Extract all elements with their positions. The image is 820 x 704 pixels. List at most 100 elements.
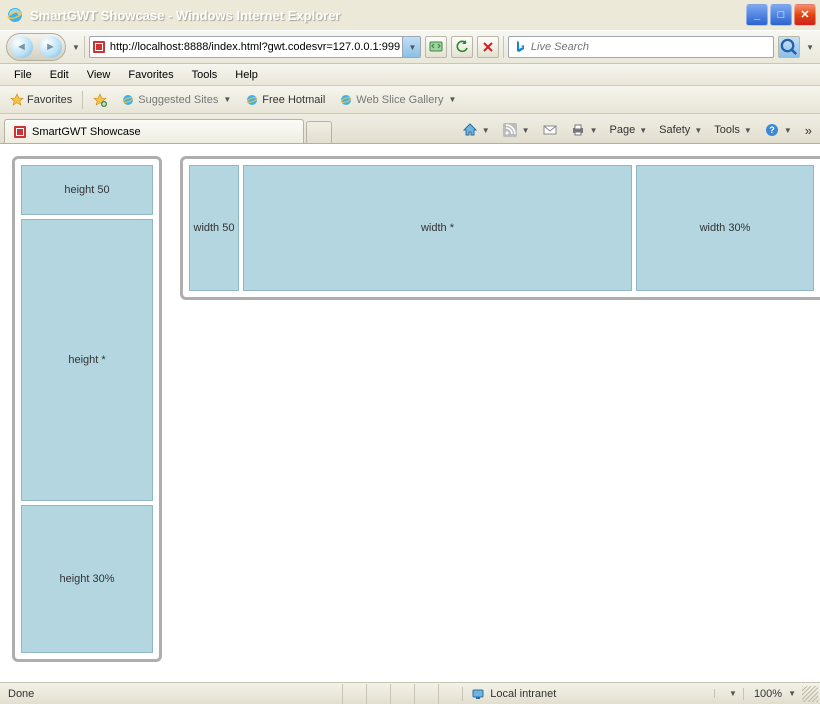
command-bar: ▼ ▼ ▼ Page ▼ Safety ▼ Tools ▼ ? ▼ » — [459, 120, 816, 143]
page-content: height 50 height * height 30% width 50 w… — [0, 144, 820, 682]
ie-logo-icon — [6, 6, 24, 24]
menu-file[interactable]: File — [6, 67, 40, 83]
status-pane — [390, 684, 414, 704]
resize-grip[interactable] — [802, 686, 818, 702]
help-icon: ? — [764, 122, 780, 138]
feeds-button[interactable]: ▼ — [499, 120, 533, 140]
free-hotmail-label: Free Hotmail — [262, 94, 325, 106]
ie-page-icon — [339, 93, 353, 107]
window-close-button[interactable]: ✕ — [794, 4, 816, 26]
cell-label: height 30% — [59, 573, 114, 585]
chevron-down-icon: ▼ — [694, 126, 702, 135]
suggested-sites-link[interactable]: Suggested Sites ▼ — [117, 91, 235, 109]
free-hotmail-link[interactable]: Free Hotmail — [241, 91, 329, 109]
zone-label: Local intranet — [490, 688, 556, 700]
back-button[interactable]: ◄ — [11, 36, 33, 58]
page-menu[interactable]: Page ▼ — [607, 122, 651, 138]
web-slice-link[interactable]: Web Slice Gallery ▼ — [335, 91, 460, 109]
menu-edit[interactable]: Edit — [42, 67, 77, 83]
search-box[interactable] — [508, 36, 774, 58]
menu-view[interactable]: View — [79, 67, 119, 83]
vlayout-cell-star: height * — [21, 219, 153, 501]
chevron-down-icon: ▼ — [590, 126, 598, 135]
zoom-value: 100% — [754, 688, 782, 700]
status-pane — [366, 684, 390, 704]
compat-view-button[interactable] — [425, 36, 447, 58]
window-maximize-button[interactable]: □ — [770, 4, 792, 26]
separator — [84, 36, 85, 58]
chevron-down-icon: ▼ — [729, 689, 737, 698]
chevron-down-icon: ▼ — [639, 126, 647, 135]
status-bar: Done Local intranet ▼ 100% ▼ — [0, 682, 820, 704]
tab-favicon — [13, 125, 27, 139]
tab-toolbar: SmartGWT Showcase ▼ ▼ ▼ Page ▼ Safety ▼ … — [0, 114, 820, 144]
vlayout-cell-fixed: height 50 — [21, 165, 153, 215]
address-dropdown[interactable]: ▼ — [402, 37, 420, 57]
separator — [503, 36, 504, 58]
bing-icon — [513, 40, 527, 54]
horizontal-layout-panel: width 50 width * width 30% — [180, 156, 820, 300]
add-favorite-button[interactable] — [89, 91, 111, 109]
security-zone[interactable]: Local intranet — [462, 687, 714, 701]
tools-menu[interactable]: Tools ▼ — [711, 122, 755, 138]
home-icon — [462, 122, 478, 138]
window-minimize-button[interactable]: _ — [746, 4, 768, 26]
web-slice-label: Web Slice Gallery — [356, 94, 443, 106]
menu-bar: File Edit View Favorites Tools Help — [0, 64, 820, 86]
safety-label: Safety — [659, 124, 690, 136]
refresh-button[interactable] — [451, 36, 473, 58]
chevron-down-icon: ▼ — [482, 126, 490, 135]
page-label: Page — [610, 124, 636, 136]
home-button[interactable]: ▼ — [459, 120, 493, 140]
forward-button[interactable]: ► — [40, 36, 62, 58]
new-tab-button[interactable] — [306, 121, 332, 143]
favorites-label: Favorites — [27, 94, 72, 106]
status-pane — [414, 684, 438, 704]
status-pane — [438, 684, 462, 704]
favorites-bar: Favorites Suggested Sites ▼ Free Hotmail… — [0, 86, 820, 114]
hlayout-cell-percent: width 30% — [636, 165, 814, 291]
browser-tab[interactable]: SmartGWT Showcase — [4, 119, 304, 143]
history-dropdown[interactable]: ▼ — [72, 43, 80, 52]
chevron-down-icon: ▼ — [784, 126, 792, 135]
cell-label: width 30% — [700, 222, 751, 234]
protected-mode[interactable]: ▼ — [714, 689, 743, 698]
ie-page-icon — [245, 93, 259, 107]
cell-label: height * — [68, 354, 105, 366]
menu-favorites[interactable]: Favorites — [120, 67, 181, 83]
star-add-icon — [93, 93, 107, 107]
menu-tools[interactable]: Tools — [184, 67, 226, 83]
search-go-button[interactable] — [778, 36, 800, 58]
chevron-down-icon: ▼ — [223, 95, 231, 104]
help-button[interactable]: ? ▼ — [761, 120, 795, 140]
star-icon — [10, 93, 24, 107]
nav-history-buttons: ◄ ► — [6, 33, 66, 61]
vertical-layout-panel: height 50 height * height 30% — [12, 156, 162, 662]
cell-label: width 50 — [194, 222, 235, 234]
status-text: Done — [0, 688, 42, 700]
favorites-button[interactable]: Favorites — [6, 91, 76, 109]
print-button[interactable]: ▼ — [567, 120, 601, 140]
ie-page-icon — [121, 93, 135, 107]
stop-button[interactable] — [477, 36, 499, 58]
zoom-control[interactable]: 100% ▼ — [743, 688, 802, 700]
site-favicon — [90, 40, 108, 54]
toolbar-overflow[interactable]: » — [801, 123, 816, 138]
rss-icon — [502, 122, 518, 138]
safety-menu[interactable]: Safety ▼ — [656, 122, 705, 138]
address-input[interactable] — [108, 37, 402, 57]
search-provider-dropdown[interactable]: ▼ — [806, 43, 814, 52]
hlayout-cell-fixed: width 50 — [189, 165, 239, 291]
vlayout-cell-percent: height 30% — [21, 505, 153, 653]
chevron-down-icon: ▼ — [522, 126, 530, 135]
address-bar[interactable]: ▼ — [89, 36, 421, 58]
menu-help[interactable]: Help — [227, 67, 266, 83]
mail-icon — [542, 122, 558, 138]
chevron-down-icon: ▼ — [448, 95, 456, 104]
cell-label: width * — [421, 222, 454, 234]
intranet-icon — [471, 687, 485, 701]
read-mail-button[interactable] — [539, 120, 561, 140]
search-input[interactable] — [531, 41, 769, 53]
hlayout-cell-star: width * — [243, 165, 632, 291]
cell-label: height 50 — [64, 184, 109, 196]
